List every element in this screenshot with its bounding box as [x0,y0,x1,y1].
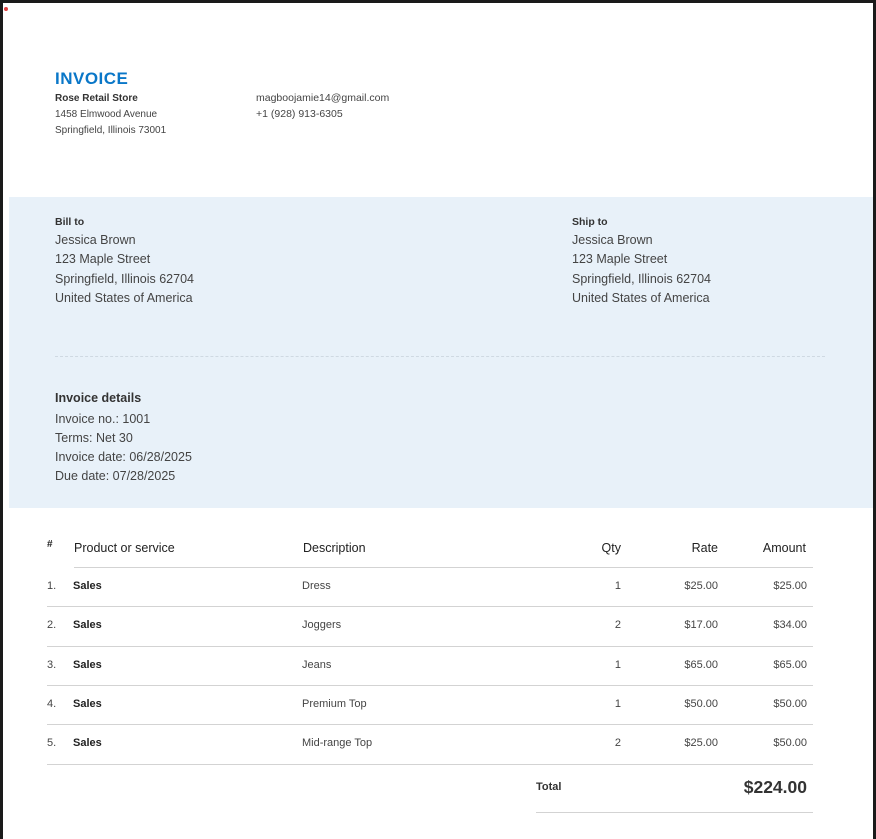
col-header-number: # [47,539,53,550]
col-header-product: Product or service [74,541,175,555]
row-number: 1. [47,580,57,592]
row-separator [47,764,813,765]
panel-divider [55,356,825,357]
row-product: Sales [73,580,102,592]
row-description: Jeans [302,659,332,671]
row-number: 5. [47,737,57,749]
bill-to-label: Bill to [55,216,85,228]
row-product: Sales [73,737,102,749]
row-product: Sales [73,619,102,631]
row-number: 4. [47,698,57,710]
store-email: magboojamie14@gmail.com [256,92,390,104]
total-value: $224.00 [743,777,807,797]
bill-to-name: Jessica Brown [55,233,136,247]
store-address-line2: Springfield, Illinois 73001 [55,125,167,136]
row-separator [47,606,813,607]
row-number: 3. [47,659,57,671]
row-product: Sales [73,698,102,710]
col-header-rate: Rate [691,541,718,555]
store-address-line1: 1458 Elmwood Avenue [55,109,158,120]
total-label: Total [536,781,562,793]
corner-marker [4,7,8,11]
invoice-date: Invoice date: 06/28/2025 [55,450,192,464]
col-header-qty: Qty [601,541,621,555]
col-header-description: Description [303,541,366,555]
row-qty: 2 [614,737,621,749]
row-product: Sales [73,659,102,671]
row-description: Premium Top [302,698,367,710]
row-amount: $50.00 [773,698,807,710]
invoice-terms: Terms: Net 30 [55,431,133,445]
invoice-title: INVOICE [55,69,129,88]
col-header-amount: Amount [762,541,806,555]
row-qty: 1 [614,698,621,710]
total-underline [536,812,813,813]
invoice-details-title: Invoice details [55,391,142,405]
row-separator [47,685,813,686]
ship-to-name: Jessica Brown [572,233,653,247]
row-rate: $25.00 [684,737,718,749]
bill-to-street: 123 Maple Street [55,252,151,266]
store-phone: +1 (928) 913-6305 [256,108,343,120]
ship-to-label: Ship to [572,216,608,228]
header-underline [74,567,813,568]
row-amount: $34.00 [773,619,807,631]
ship-to-city: Springfield, Illinois 62704 [572,272,711,286]
row-rate: $50.00 [684,698,718,710]
store-name: Rose Retail Store [55,93,138,104]
invoice-page: INVOICE Rose Retail Store 1458 Elmwood A… [0,0,876,839]
row-amount: $50.00 [773,737,807,749]
row-description: Mid-range Top [302,737,373,749]
ship-to-street: 123 Maple Street [572,252,668,266]
row-separator [47,646,813,647]
row-qty: 1 [614,580,621,592]
row-qty: 1 [614,659,621,671]
due-date: Due date: 07/28/2025 [55,469,176,483]
bill-to-country: United States of America [55,291,193,305]
row-rate: $65.00 [684,659,718,671]
row-separator [47,724,813,725]
row-description: Dress [302,580,331,592]
row-rate: $17.00 [684,619,718,631]
ship-to-country: United States of America [572,291,710,305]
row-amount: $65.00 [773,659,807,671]
row-description: Joggers [302,619,342,631]
invoice-number: Invoice no.: 1001 [55,412,151,426]
bill-to-city: Springfield, Illinois 62704 [55,272,194,286]
row-number: 2. [47,619,57,631]
row-rate: $25.00 [684,580,718,592]
row-amount: $25.00 [773,580,807,592]
row-qty: 2 [614,619,621,631]
